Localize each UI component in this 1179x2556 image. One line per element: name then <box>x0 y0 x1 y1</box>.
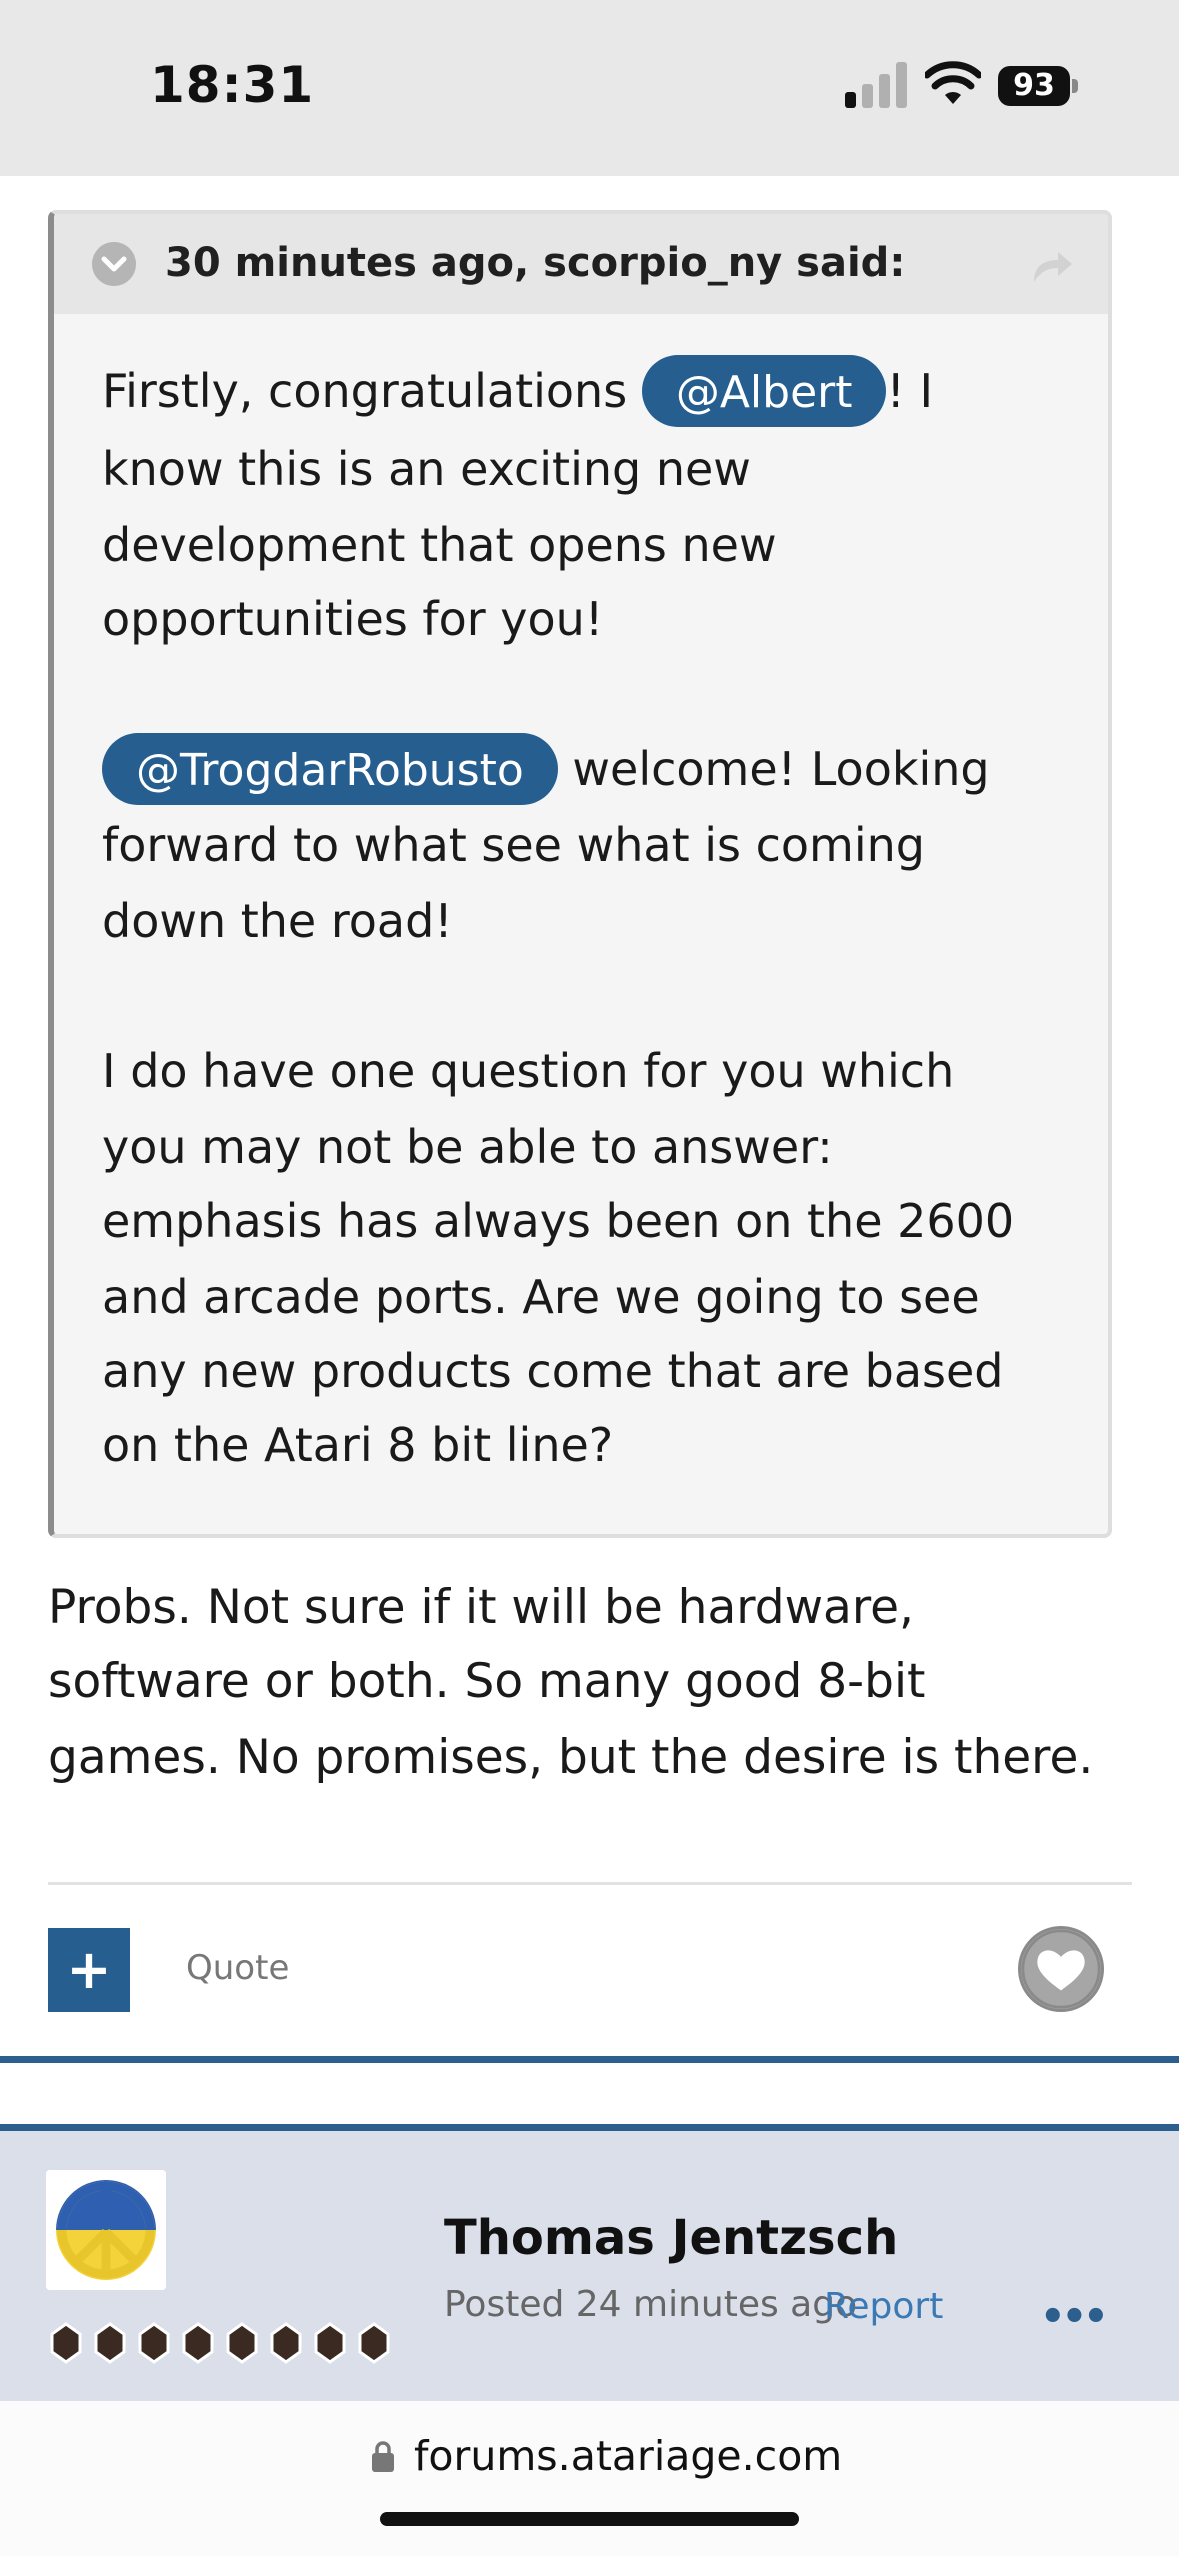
quote-line: Firstly, congratulations @Albert! I <box>102 354 933 429</box>
mention-albert[interactable]: @Albert <box>641 355 887 427</box>
report-link[interactable]: Report <box>824 2286 943 2327</box>
quote-line: and arcade ports. Are we going to see <box>102 1270 980 1324</box>
post-timestamp: Posted 24 minutes ago <box>444 2284 858 2325</box>
quote-line: opportunities for you! <box>102 592 604 646</box>
rank-icon <box>50 2322 390 2364</box>
lock-icon <box>372 2441 394 2472</box>
wifi-icon <box>925 61 981 104</box>
quote-line: emphasis has always been on the 2600 <box>102 1194 1015 1248</box>
quote-line: you may not be able to answer: <box>102 1120 833 1174</box>
post-author[interactable]: Thomas Jentzsch <box>444 2210 898 2266</box>
quote-citation[interactable]: 30 minutes ago, scorpio_ny said: <box>165 240 905 286</box>
quote-text: welcome! Looking <box>557 742 990 796</box>
post-separator <box>0 2056 1179 2063</box>
quote-line: any new products come that are based <box>102 1344 1004 1398</box>
quote-line: down the road! <box>102 894 453 948</box>
clock: 18:31 <box>150 56 315 114</box>
quote-line: I do have one question for you which <box>102 1044 955 1098</box>
url-text[interactable]: forums.atariage.com <box>414 2432 842 2480</box>
post-body-line: software or both. So many good 8-bit <box>48 1654 926 1709</box>
post-divider <box>48 1882 1132 1885</box>
post-separator <box>0 2124 1179 2131</box>
quote-button[interactable]: Quote <box>186 1948 289 1988</box>
multiquote-button[interactable]: + <box>48 1928 130 2012</box>
signal-icon <box>845 62 907 108</box>
post-body-line: games. No promises, but the desire is th… <box>48 1730 1094 1785</box>
avatar[interactable] <box>46 2170 166 2290</box>
battery-level: 93 <box>1013 68 1055 103</box>
post-body-line: Probs. Not sure if it will be hardware, <box>48 1580 914 1635</box>
quote-line: @TrogdarRobusto welcome! Looking <box>102 732 990 807</box>
more-icon[interactable]: ••• <box>1040 2294 1109 2340</box>
quote-line: know this is an exciting new <box>102 442 751 496</box>
heart-icon[interactable] <box>1018 1926 1104 2012</box>
home-indicator[interactable] <box>380 2512 799 2526</box>
quote-line: forward to what see what is coming <box>102 818 925 872</box>
chevron-down-icon[interactable] <box>92 242 136 286</box>
battery-icon: 93 <box>998 66 1080 106</box>
share-icon[interactable] <box>1030 248 1074 284</box>
quote-text: Firstly, congratulations <box>102 364 642 418</box>
quote-line: development that opens new <box>102 518 777 572</box>
quote-line: on the Atari 8 bit line? <box>102 1418 614 1472</box>
quote-text: ! I <box>886 364 934 418</box>
mention-trogdar[interactable]: @TrogdarRobusto <box>102 733 558 805</box>
